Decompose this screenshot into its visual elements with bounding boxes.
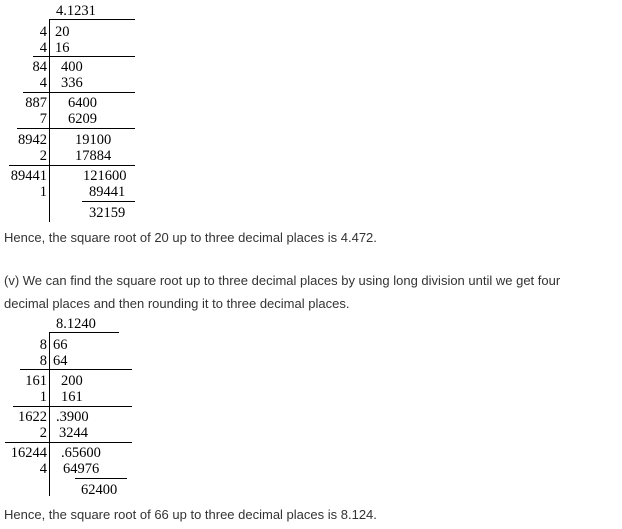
explanation-text: decimal places and then rounding it to t…: [4, 296, 350, 311]
dividend: 400: [61, 59, 83, 75]
explanation-text: (v) We can find the square root up to th…: [4, 273, 561, 288]
quotient-bar: [49, 19, 135, 20]
quotient: 4.1231: [56, 3, 96, 19]
dividend: .3900: [56, 409, 89, 425]
subtraction-line: [17, 128, 135, 129]
dividend: 6400: [68, 95, 97, 111]
product: 64976: [63, 461, 100, 477]
divisor: 4: [39, 24, 47, 40]
division-bar: [49, 20, 50, 222]
dividend: 19100: [75, 132, 112, 148]
divisor: 1622: [18, 409, 47, 425]
remainder: 62400: [81, 482, 118, 498]
dividend: 20: [55, 24, 70, 40]
subtraction-line: [13, 406, 132, 407]
remainder: 32159: [89, 205, 126, 221]
divisor: 16244: [10, 445, 47, 461]
conclusion-text: Hence, the square root of 66 up to three…: [4, 507, 377, 522]
subtraction-line: [5, 442, 132, 443]
quotient: 8.1240: [56, 316, 96, 332]
divisor: 1: [39, 184, 47, 200]
dividend: 121600: [83, 168, 127, 184]
divisor: 8: [39, 353, 47, 369]
divisor: 84: [32, 59, 48, 75]
divisor: 1: [39, 389, 47, 405]
divisor: 4: [39, 461, 47, 477]
subtraction-line: [33, 56, 135, 57]
product: 89441: [89, 184, 126, 200]
product: 16: [55, 40, 70, 56]
divisor: 4: [39, 75, 47, 91]
dividend: 200: [61, 373, 83, 389]
divisor: 161: [25, 373, 47, 389]
divisor: 89441: [10, 168, 47, 184]
product: 3244: [59, 425, 88, 441]
subtraction-line: [75, 478, 127, 479]
product: 161: [61, 389, 83, 405]
divisor: 8: [39, 337, 47, 353]
subtraction-line: [23, 92, 135, 93]
divisor: 2: [39, 148, 47, 164]
divisor: 4: [39, 40, 47, 56]
subtraction-line: [82, 201, 135, 202]
product: 6209: [68, 111, 97, 127]
subtraction-line: [20, 369, 132, 370]
subtraction-line: [9, 165, 135, 166]
product: 336: [61, 75, 83, 91]
divisor: 2: [39, 425, 47, 441]
product: 17884: [75, 148, 112, 164]
divisor: 8942: [18, 132, 47, 148]
dividend: 66: [53, 337, 68, 353]
conclusion-text: Hence, the square root of 20 up to three…: [4, 230, 377, 245]
dividend: .65600: [61, 445, 101, 461]
product: 64: [53, 353, 68, 369]
divisor: 887: [25, 95, 47, 111]
division-bar: [49, 333, 50, 496]
quotient-bar: [49, 332, 119, 333]
divisor: 7: [39, 111, 47, 127]
